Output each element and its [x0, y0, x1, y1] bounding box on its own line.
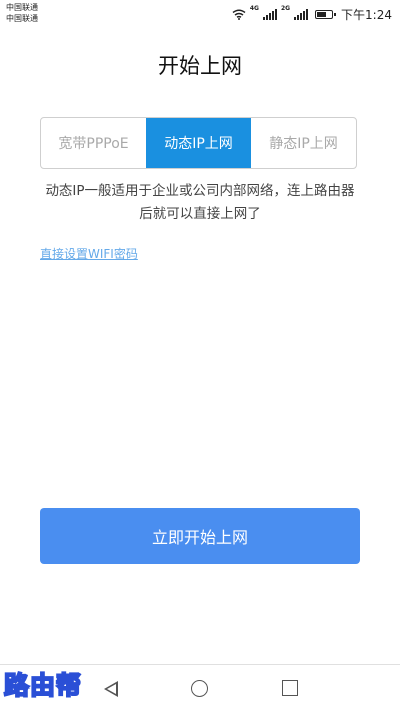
set-wifi-password-link[interactable]: 直接设置WIFI密码	[40, 245, 138, 262]
status-icons: 4G 2G 下午1:24	[232, 6, 392, 22]
signal-1-tag: 4G	[249, 5, 259, 12]
home-icon[interactable]	[191, 680, 208, 697]
mode-description: 动态IP一般适用于企业或公司内部网络，连上路由器后就可以直接上网了	[45, 183, 355, 222]
start-internet-button[interactable]: 立即开始上网	[40, 508, 360, 564]
status-bar: 中国联通 中国联通 4G 2G 下午1:24	[0, 0, 400, 28]
signal-1-icon	[262, 8, 277, 20]
tab-dynamic-ip[interactable]: 动态IP上网	[146, 118, 251, 168]
clock: 下午1:24	[341, 7, 392, 22]
signal-2-tag: 2G	[280, 5, 291, 12]
recent-apps-icon[interactable]	[282, 680, 298, 696]
tab-pppoe[interactable]: 宽带PPPoE	[41, 118, 146, 168]
tab-static-ip[interactable]: 静态IP上网	[251, 118, 356, 168]
battery-icon	[315, 9, 337, 19]
watermark-logo: 路由帮	[3, 670, 83, 701]
signal-2-icon	[294, 8, 309, 20]
back-icon[interactable]	[104, 681, 118, 697]
page-title: 开始上网	[158, 54, 242, 78]
wifi-icon	[232, 9, 246, 20]
connection-type-tabs: 宽带PPPoE 动态IP上网 静态IP上网	[40, 117, 357, 169]
carrier-1-label: 中国联通	[6, 3, 38, 12]
carrier-2-label: 中国联通	[6, 14, 38, 23]
